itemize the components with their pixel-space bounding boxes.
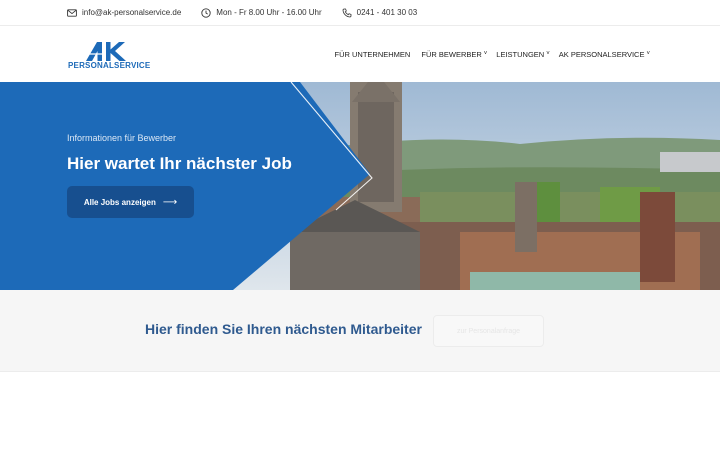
email-contact[interactable]: info@ak-personalservice.de bbox=[67, 8, 181, 18]
chevron-down-icon: ˅ bbox=[483, 51, 488, 57]
employer-cta-section: Hier finden Sie Ihren nächsten Mitarbeit… bbox=[0, 290, 720, 372]
nav-item-fuer-bewerber[interactable]: FÜR BEWERBER ˅ bbox=[421, 50, 487, 59]
ak-logo-mark-icon bbox=[84, 42, 126, 61]
nav-item-label: AK PERSONALSERVICE bbox=[558, 50, 645, 59]
nav-item-fuer-unternehmen[interactable]: FÜR UNTERNEHMEN bbox=[335, 50, 413, 59]
personnel-request-button-label: zur Personalanfrage bbox=[456, 327, 521, 335]
all-jobs-button[interactable]: Alle Jobs anzeigen ⟶ bbox=[67, 186, 194, 218]
clock-icon bbox=[201, 7, 211, 18]
nav-item-label: FÜR UNTERNEHMEN bbox=[334, 50, 411, 59]
all-jobs-button-label: Alle Jobs anzeigen bbox=[83, 197, 156, 207]
site-header: PERSONALSERVICE FÜR UNTERNEHMEN FÜR BEWE… bbox=[0, 27, 720, 82]
email-text: info@ak-personalservice.de bbox=[82, 8, 182, 17]
phone-contact[interactable]: 0241 - 401 30 03 bbox=[342, 8, 418, 18]
hours-text: Mon - Fr 8.00 Uhr - 16.00 Uhr bbox=[216, 8, 322, 17]
top-contact-bar: info@ak-personalservice.de Mon - Fr 8.00… bbox=[0, 0, 720, 26]
cta-title: Hier finden Sie Ihren nächsten Mitarbeit… bbox=[145, 321, 422, 337]
nav-item-leistungen[interactable]: LEISTUNGEN ˅ bbox=[496, 50, 549, 59]
nav-item-label: FÜR BEWERBER bbox=[421, 50, 482, 59]
nav-item-ak-personalservice[interactable]: AK PERSONALSERVICE ˅ bbox=[559, 50, 650, 59]
chevron-down-icon: ˅ bbox=[546, 51, 550, 57]
nav-item-label: LEISTUNGEN bbox=[496, 50, 545, 59]
phone-text: 0241 - 401 30 03 bbox=[356, 8, 418, 17]
chevron-down-icon: ˅ bbox=[646, 51, 650, 57]
hero-banner: Informationen für Bewerber Hier wartet I… bbox=[0, 82, 720, 290]
arrow-right-icon: ⟶ bbox=[162, 196, 178, 208]
mail-icon bbox=[67, 8, 77, 17]
logo-wordmark: PERSONALSERVICE bbox=[68, 61, 151, 70]
personnel-request-button[interactable]: zur Personalanfrage bbox=[433, 315, 544, 347]
opening-hours: Mon - Fr 8.00 Uhr - 16.00 Uhr bbox=[201, 7, 322, 18]
site-logo[interactable]: PERSONALSERVICE bbox=[68, 40, 150, 70]
hero-title: Hier wartet Ihr nächster Job bbox=[67, 154, 292, 173]
hero-subtitle: Informationen für Bewerber bbox=[67, 133, 177, 143]
phone-icon bbox=[342, 8, 352, 17]
main-navigation: FÜR UNTERNEHMEN FÜR BEWERBER ˅ LEISTUNGE… bbox=[326, 50, 650, 59]
